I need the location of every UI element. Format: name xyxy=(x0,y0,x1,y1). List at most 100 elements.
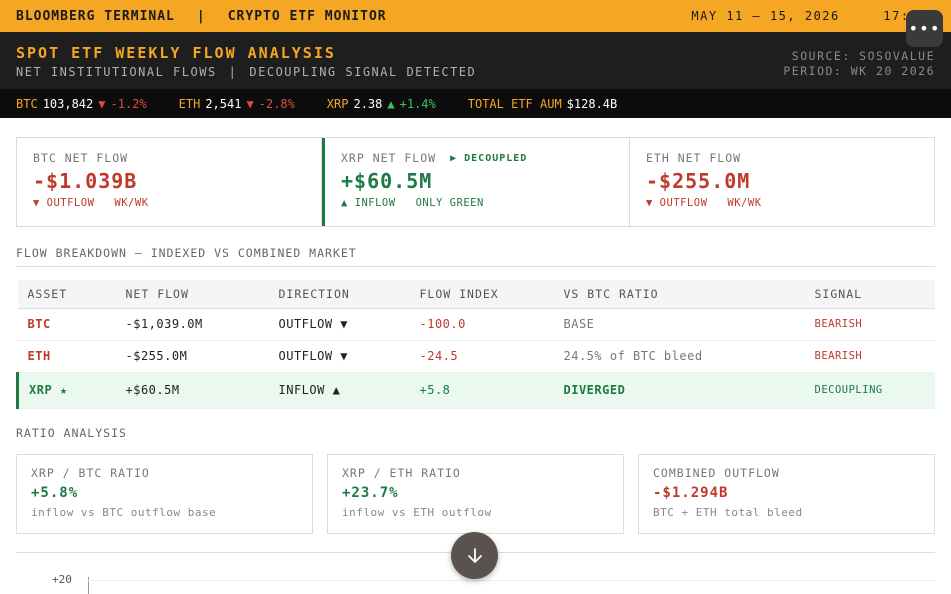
ticker-aum: TOTAL ETF AUM $128.4B xyxy=(468,97,618,111)
ticker-xrp: XRP 2.38 ▲ +1.4% xyxy=(327,97,436,111)
net-flow-cell: -$255.0M xyxy=(115,340,269,373)
flow-index-cell: -24.5 xyxy=(409,340,554,373)
flow-index-cell: +5.8 xyxy=(409,372,554,409)
table-row[interactable]: BTC -$1,039.0M OUTFLOW ▼ -100.0 BASE BEA… xyxy=(17,308,935,341)
ratio-cell: BASE xyxy=(553,308,805,341)
more-options-button[interactable]: ••• xyxy=(906,10,943,47)
ticker-eth: ETH 2,541 ▼ -2.8% xyxy=(179,97,295,111)
table-row-highlighted[interactable]: XRP ★ +$60.5M INFLOW ▲ +5.8 DIVERGED DEC… xyxy=(16,372,935,409)
xrp-flow-card: XRP NET FLOW ▶ DECOUPLED +$60.5M ▲ INFLOW… xyxy=(322,138,630,226)
signal-cell: DECOUPLING xyxy=(804,372,935,409)
ticker-symbol: XRP xyxy=(326,96,349,111)
card-label: XRP NET FLOW ▶ DECOUPLED xyxy=(341,151,613,165)
outflow-indicator: ▼ OUTFLOW xyxy=(33,197,95,209)
flow-index-cell: -100.0 xyxy=(409,308,554,341)
col-signal: SIGNAL xyxy=(804,280,935,309)
ticker-symbol: ETH xyxy=(178,96,201,111)
brand-label: BLOOMBERG TERMINAL xyxy=(16,8,175,24)
ticker-change: +1.4% xyxy=(399,96,436,111)
page-subtitle: NET INSTITUTIONAL FLOWS | DECOUPLING SIGNA… xyxy=(16,65,476,79)
card-value: +$60.5M xyxy=(341,169,433,193)
card-value: -$1.039B xyxy=(33,169,138,193)
table-row[interactable]: ETH -$255.0M OUTFLOW ▼ -24.5 24.5% of BT… xyxy=(17,340,935,373)
col-direction: DIRECTION xyxy=(268,280,410,309)
ticker-btc: BTC 103,842 ▼ -1.2% xyxy=(16,97,147,111)
card-label-text: BTC NET FLOW xyxy=(33,151,129,165)
period-compare: WK/WK xyxy=(727,197,762,209)
ratio-cell: 24.5% of BTC bleed xyxy=(553,340,805,373)
brand-separator: | xyxy=(196,8,206,24)
xrp-eth-ratio-card: XRP / ETH RATIO +23.7% inflow vs ETH out… xyxy=(327,453,624,534)
signal-cell: BEARISH xyxy=(804,340,935,373)
ratio-note: BTC + ETH total bleed xyxy=(653,505,803,519)
breakdown-section-title: FLOW BREAKDOWN — INDEXED VS COMBINED MAR… xyxy=(16,246,935,267)
col-flow-index: FLOW INDEX xyxy=(409,280,554,309)
card-label: ETH NET FLOW xyxy=(646,151,918,165)
section-label: CRYPTO ETF MONITOR xyxy=(227,8,387,24)
scroll-down-button[interactable] xyxy=(451,532,498,579)
card-footer: ▼ OUTFLOW WK/WK xyxy=(646,197,918,209)
direction-cell: OUTFLOW ▼ xyxy=(268,340,410,373)
asset-cell: XRP ★ xyxy=(16,372,116,409)
inflow-indicator: ▲ INFLOW xyxy=(341,197,396,209)
ratio-label: COMBINED OUTFLOW xyxy=(653,465,780,480)
ticker-change: -2.8% xyxy=(258,96,295,111)
direction-cell: OUTFLOW ▼ xyxy=(268,308,410,341)
ratio-cell: DIVERGED xyxy=(553,372,805,409)
ratio-label: XRP / BTC RATIO xyxy=(31,465,150,480)
signal-cell: BEARISH xyxy=(804,308,935,341)
arrow-down-icon xyxy=(467,547,482,563)
main-content: BTC NET FLOW -$1.039B ▼ OUTFLOW WK/WK XRP… xyxy=(0,118,951,594)
page-title: SPOT ETF WEEKLY FLOW ANALYSIS xyxy=(16,44,336,62)
header-meta: SOURCE: SOSOVALUE PERIOD: WK 20 2026 xyxy=(783,44,935,89)
card-label-text: ETH NET FLOW xyxy=(646,151,742,165)
decoupled-badge: ▶ DECOUPLED xyxy=(450,152,528,164)
subtitle-flows: NET INSTITUTIONAL FLOWS xyxy=(16,65,217,79)
col-net-flow: NET FLOW xyxy=(115,280,269,309)
btc-flow-card: BTC NET FLOW -$1.039B ▼ OUTFLOW WK/WK xyxy=(17,138,322,226)
eth-flow-card: ETH NET FLOW -$255.0M ▼ OUTFLOW WK/WK xyxy=(630,138,934,226)
card-value: -$255.0M xyxy=(646,169,751,193)
y-axis-tick: +20 xyxy=(52,572,72,586)
ticker-change: -1.2% xyxy=(110,96,147,111)
ticker-price: 103,842 xyxy=(42,96,94,111)
ratio-label: XRP / ETH RATIO xyxy=(342,465,461,480)
outflow-indicator: ▼ OUTFLOW xyxy=(646,197,708,209)
direction-cell: INFLOW ▲ xyxy=(268,372,410,409)
asset-cell: ETH xyxy=(17,340,116,373)
subtitle-separator: | xyxy=(228,65,238,79)
date-range: MAY 11 – 15, 2026 xyxy=(691,9,840,23)
card-footer: ▼ OUTFLOW WK/WK xyxy=(33,197,305,209)
ratio-section-title: RATIO ANALYSIS xyxy=(16,425,127,440)
asset-cell: BTC xyxy=(17,308,116,341)
ratio-note: inflow vs ETH outflow xyxy=(342,505,492,519)
down-arrow-icon: ▼ xyxy=(246,96,254,111)
ratio-value: -$1.294B xyxy=(653,484,729,501)
flow-summary-cards: BTC NET FLOW -$1.039B ▼ OUTFLOW WK/WK XRP… xyxy=(16,137,935,227)
col-vs-btc-ratio: VS BTC RATIO xyxy=(553,280,805,309)
ratio-note: inflow vs BTC outflow base xyxy=(31,505,217,519)
net-flow-cell: -$1,039.0M xyxy=(115,308,269,341)
flow-breakdown-table: ASSET NET FLOW DIRECTION FLOW INDEX VS B… xyxy=(16,280,935,409)
ticker-symbol: BTC xyxy=(16,96,38,111)
ratio-value: +5.8% xyxy=(31,484,79,501)
table-header-row: ASSET NET FLOW DIRECTION FLOW INDEX VS B… xyxy=(17,280,935,309)
top-bar: BLOOMBERG TERMINAL | CRYPTO ETF MONITOR … xyxy=(0,0,951,32)
top-bar-datetime: MAY 11 – 15, 2026 17:00 xyxy=(691,9,935,23)
gridline xyxy=(88,579,935,581)
card-footer: ▲ INFLOW ONLY GREEN xyxy=(341,197,613,209)
subtitle-signal: DECOUPLING SIGNAL DETECTED xyxy=(249,65,477,79)
col-asset: ASSET xyxy=(17,280,116,309)
period-compare: WK/WK xyxy=(114,197,149,209)
ratio-cards: XRP / BTC RATIO +5.8% inflow vs BTC outf… xyxy=(16,453,935,534)
only-green-note: ONLY GREEN xyxy=(415,197,484,209)
down-arrow-icon: ▼ xyxy=(98,96,106,111)
price-ticker: BTC 103,842 ▼ -1.2% ETH 2,541 ▼ -2.8% XR… xyxy=(0,89,951,118)
ticker-price: 2.38 xyxy=(353,96,383,111)
source-label: SOURCE: SOSOVALUE xyxy=(791,49,935,63)
xrp-btc-ratio-card: XRP / BTC RATIO +5.8% inflow vs BTC outf… xyxy=(16,453,313,534)
ticker-price: $128.4B xyxy=(566,96,618,111)
ticker-symbol: TOTAL ETF AUM xyxy=(467,96,562,111)
ratio-value: +23.7% xyxy=(342,484,399,501)
period-label: PERIOD: WK 20 2026 xyxy=(783,64,935,78)
